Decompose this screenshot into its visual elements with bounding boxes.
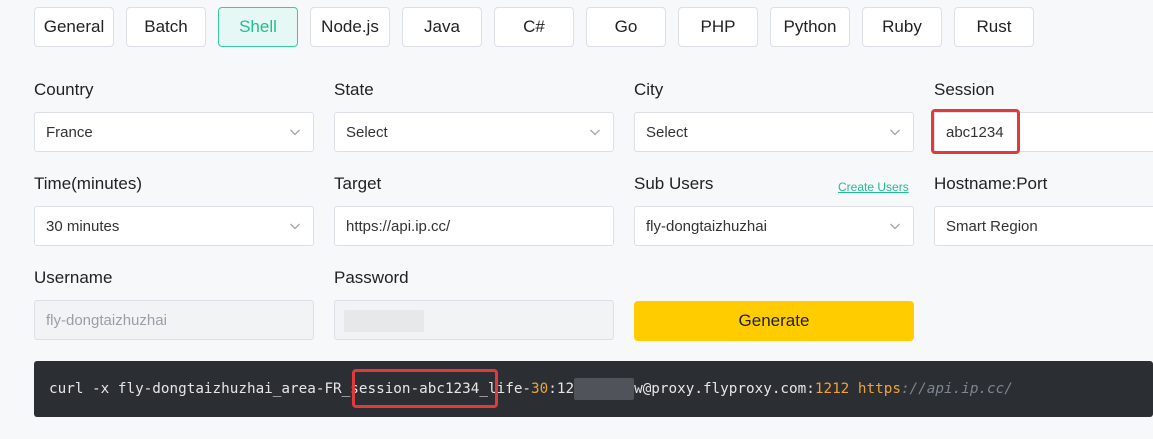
create-users-link[interactable]: Create Users — [838, 180, 909, 194]
generate-button[interactable]: Generate — [634, 301, 914, 341]
session-value: abc1234 — [946, 123, 1004, 141]
command-password-mask — [574, 378, 635, 400]
hostname-port-label: Hostname:Port — [934, 174, 1048, 193]
hostname-port-select[interactable]: Smart Region — [934, 206, 1153, 246]
city-value: Select — [646, 123, 688, 141]
tab-java[interactable]: Java — [402, 7, 482, 47]
target-label: Target — [334, 174, 382, 193]
command-life-value: 30 — [531, 381, 549, 397]
chevron-down-icon — [590, 129, 600, 136]
command-host: w@proxy.flyproxy.com: — [634, 381, 815, 397]
chevron-down-icon — [890, 223, 900, 230]
tab-php[interactable]: PHP — [678, 7, 758, 47]
session-input[interactable]: abc1234 — [934, 112, 1153, 152]
tab-go[interactable]: Go — [586, 7, 666, 47]
tab-batch[interactable]: Batch — [126, 7, 206, 47]
password-input[interactable] — [334, 300, 614, 340]
sub-users-select[interactable]: fly-dongtaizhuzhai — [634, 206, 914, 246]
time-value: 30 minutes — [46, 217, 120, 235]
session-label: Session — [934, 80, 995, 99]
country-select[interactable]: France — [34, 112, 314, 152]
country-value: France — [46, 123, 93, 141]
tab-python[interactable]: Python — [770, 7, 850, 47]
time-label: Time(minutes) — [34, 174, 142, 193]
username-label: Username — [34, 268, 113, 287]
sub-users-label: Sub Users — [634, 174, 714, 193]
command-life: _life- — [479, 381, 532, 397]
time-select[interactable]: 30 minutes — [34, 206, 314, 246]
state-select[interactable]: Select — [334, 112, 614, 152]
tab-ruby[interactable]: Ruby — [862, 7, 942, 47]
sub-users-value: fly-dongtaizhuzhai — [646, 217, 767, 235]
command-session: session-abc1234 — [350, 381, 480, 397]
username-input[interactable]: fly-dongtaizhuzhai — [34, 300, 314, 340]
password-label: Password — [334, 268, 409, 287]
tab-csharp[interactable]: C# — [494, 7, 574, 47]
target-input[interactable]: https://api.ip.cc/ — [334, 206, 614, 246]
chevron-down-icon — [290, 223, 300, 230]
tab-rust[interactable]: Rust — [954, 7, 1034, 47]
chevron-down-icon — [290, 129, 300, 136]
proxy-generator: General Batch Shell Node.js Java C# Go P… — [0, 0, 1153, 439]
state-value: Select — [346, 123, 388, 141]
username-value: fly-dongtaizhuzhai — [46, 311, 167, 329]
command-output[interactable]: curl -x fly-dongtaizhuzhai_area-FR_ sessi… — [34, 361, 1153, 417]
tab-shell[interactable]: Shell — [218, 7, 298, 47]
country-label: Country — [34, 80, 94, 99]
command-prefix: curl -x fly-dongtaizhuzhai_area-FR_ — [49, 381, 351, 397]
command-sep: :12 — [548, 381, 575, 397]
state-label: State — [334, 80, 374, 99]
target-value: https://api.ip.cc/ — [346, 217, 451, 235]
tab-nodejs[interactable]: Node.js — [310, 7, 390, 47]
city-select[interactable]: Select — [634, 112, 914, 152]
command-port: 1212 — [814, 381, 850, 397]
tab-general[interactable]: General — [34, 7, 114, 47]
hostname-port-value: Smart Region — [946, 217, 1038, 235]
city-label: City — [634, 80, 664, 99]
chevron-down-icon — [890, 129, 900, 136]
command-scheme: https — [857, 381, 901, 397]
password-mask — [344, 310, 424, 332]
command-url: ://api.ip.cc/ — [900, 381, 1013, 397]
